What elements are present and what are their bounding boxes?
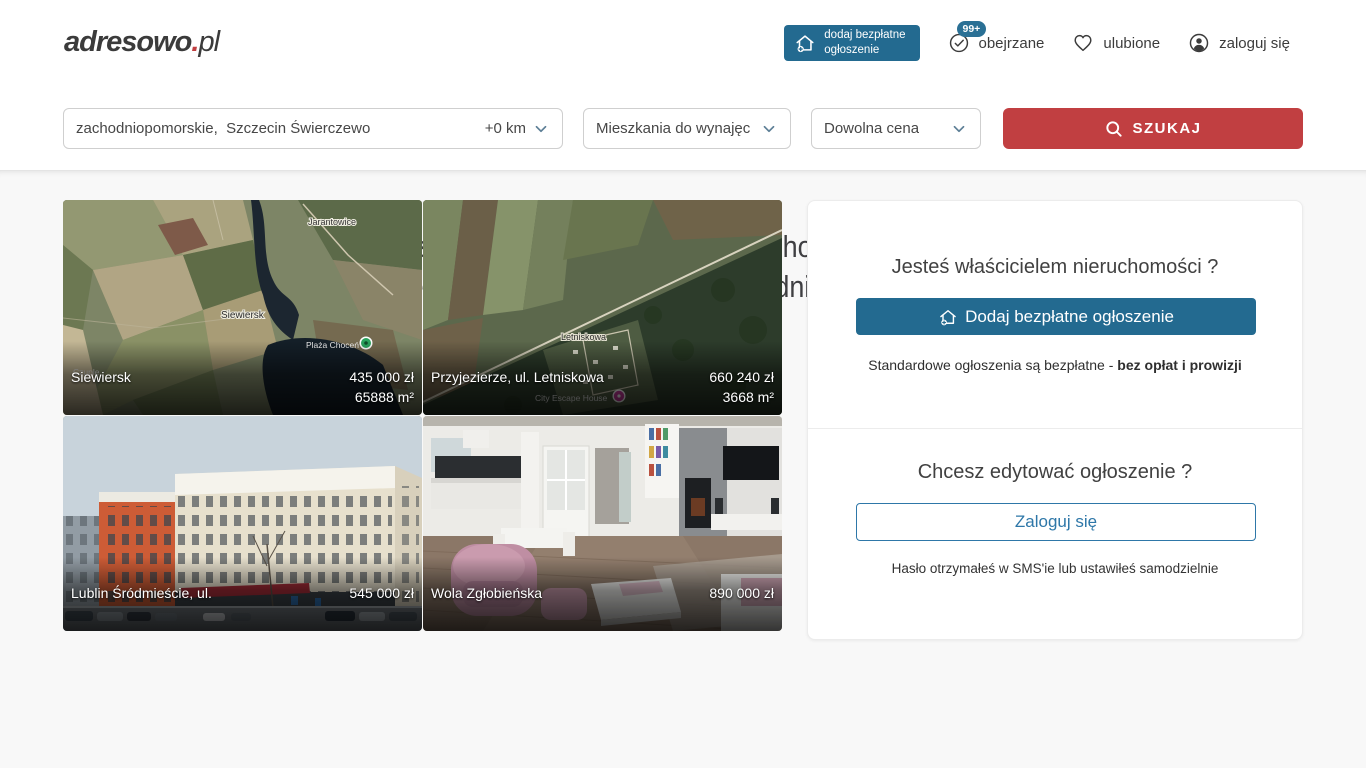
property-type-value: Mieszkania do wynajęc bbox=[596, 120, 750, 137]
location-input[interactable]: zachodniopomorskie, Szczecin Świerczewo … bbox=[63, 108, 563, 149]
viewed-count-badge: 99+ bbox=[957, 21, 987, 37]
divider bbox=[808, 428, 1302, 429]
header-actions: dodaj bezpłatneogłoszenie 99+ obejrzane … bbox=[784, 0, 1290, 86]
login-link[interactable]: zaloguj się bbox=[1188, 32, 1290, 54]
add-listing-label: dodaj bezpłatne ogłoszenie bbox=[824, 28, 905, 58]
listing-area: 3668 m² bbox=[709, 387, 774, 407]
listing-overlay: Lublin Śródmieście, ul. 545 000 zł bbox=[63, 557, 422, 631]
sidebar-login-label: Zaloguj się bbox=[1015, 512, 1097, 532]
listing-price: 890 000 zł bbox=[709, 583, 774, 603]
house-plus-icon bbox=[938, 307, 958, 327]
listing-price: 435 000 zł bbox=[349, 367, 414, 387]
owner-note: Standardowe ogłoszenia są bezpłatne - be… bbox=[808, 357, 1302, 373]
chevron-down-icon bbox=[760, 120, 778, 138]
search-icon bbox=[1104, 119, 1124, 139]
favorites-label: ulubione bbox=[1103, 35, 1160, 52]
logo-tld: pl bbox=[198, 26, 219, 58]
listing-location: Przyjezierze, ul. Letniskowa bbox=[431, 367, 604, 407]
listing-price: 545 000 zł bbox=[349, 583, 414, 603]
owner-panel: Jesteś właścicielem nieruchomości ? Doda… bbox=[807, 200, 1303, 640]
logo[interactable]: adresowo.pl bbox=[64, 26, 219, 59]
add-listing-button[interactable]: dodaj bezpłatne ogłoszenie bbox=[784, 25, 919, 61]
viewed-icon-wrap: 99+ bbox=[948, 32, 970, 54]
radius-value: +0 km bbox=[485, 120, 526, 137]
property-type-select[interactable]: Mieszkania do wynajęc bbox=[583, 108, 791, 149]
listing-card-siewiersk[interactable]: Jarantowice Siewiersk Plaża Choceń Czupl… bbox=[63, 200, 422, 415]
location-value: zachodniopomorskie, Szczecin Świerczewo bbox=[76, 120, 370, 137]
listing-area: 65888 m² bbox=[349, 387, 414, 407]
edit-note: Hasło otrzymałeś w SMS'ie lub ustawiłeś … bbox=[808, 561, 1302, 576]
price-value: Dowolna cena bbox=[824, 120, 919, 137]
radius-group: +0 km bbox=[485, 120, 550, 138]
listing-location: Lublin Śródmieście, ul. bbox=[71, 583, 212, 623]
search-button-label: SZUKAJ bbox=[1132, 120, 1201, 137]
listing-location: Wola Zgłobieńska bbox=[431, 583, 542, 623]
chevron-down-icon bbox=[532, 120, 550, 138]
add-listing-label-line1: dodaj bezpłatne bbox=[824, 29, 905, 41]
listing-overlay: Siewiersk 435 000 zł 65888 m² bbox=[63, 341, 422, 415]
map-label: Siewiersk bbox=[221, 310, 265, 321]
listing-overlay: Wola Zgłobieńska 890 000 zł bbox=[423, 557, 782, 631]
sidebar-add-listing-label: Dodaj bezpłatne ogłoszenie bbox=[965, 307, 1174, 327]
listing-card-lublin[interactable]: Lublin Śródmieście, ul. 545 000 zł bbox=[63, 416, 422, 631]
add-listing-label-line2: ogłoszenie bbox=[824, 44, 879, 56]
edit-title: Chcesz edytować ogłoszenie ? bbox=[808, 461, 1302, 484]
house-plus-icon bbox=[794, 32, 816, 54]
viewed-label: obejrzane bbox=[979, 35, 1045, 52]
map-label: Jarantowice bbox=[308, 217, 356, 227]
sidebar-login-button[interactable]: Zaloguj się bbox=[856, 503, 1256, 541]
listing-location: Siewiersk bbox=[71, 367, 131, 407]
logo-name: adresowo bbox=[64, 26, 191, 58]
search-button[interactable]: SZUKAJ bbox=[1003, 108, 1303, 149]
header: adresowo.pl dodaj bezpłatne ogłoszenie 99… bbox=[0, 0, 1366, 86]
owner-note-bold: bez opłat i prowizji bbox=[1117, 357, 1241, 373]
price-select[interactable]: Dowolna cena bbox=[811, 108, 981, 149]
user-circle-icon bbox=[1188, 32, 1210, 54]
listing-price: 660 240 zł bbox=[709, 367, 774, 387]
listing-card-przyjezierze[interactable]: Letniskowa City Escape House Przyjezierz… bbox=[423, 200, 782, 415]
listing-overlay: Przyjezierze, ul. Letniskowa 660 240 zł … bbox=[423, 341, 782, 415]
login-label: zaloguj się bbox=[1219, 35, 1290, 52]
listing-card-wola[interactable]: Wola Zgłobieńska 890 000 zł bbox=[423, 416, 782, 631]
sidebar-add-listing-button[interactable]: Dodaj bezpłatne ogłoszenie bbox=[856, 298, 1256, 335]
owner-title: Jesteś właścicielem nieruchomości ? bbox=[808, 256, 1302, 279]
owner-note-prefix: Standardowe ogłoszenia są bezpłatne - bbox=[868, 357, 1117, 373]
favorites-link[interactable]: ulubione bbox=[1072, 32, 1160, 54]
listings-grid: Jarantowice Siewiersk Plaża Choceń Czupl… bbox=[63, 200, 782, 631]
viewed-link[interactable]: 99+ obejrzane bbox=[948, 32, 1045, 54]
chevron-down-icon bbox=[950, 120, 968, 138]
heart-icon bbox=[1072, 32, 1094, 54]
